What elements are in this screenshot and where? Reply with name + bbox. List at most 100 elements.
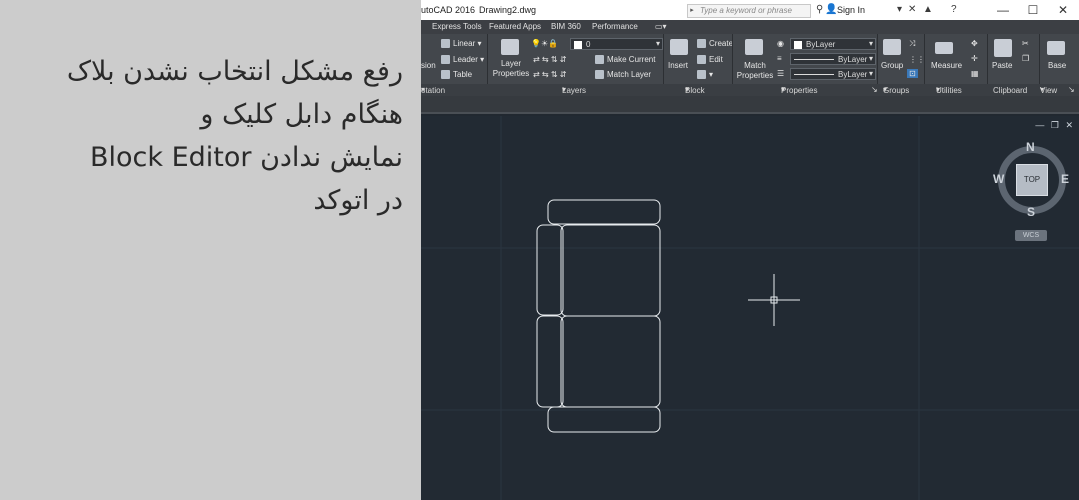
ribbon-tabs: Express Tools Featured Apps BIM 360 Perf… — [421, 20, 1079, 34]
match-properties-button[interactable]: Match Properties — [735, 61, 775, 81]
layer-color-swatch — [574, 40, 582, 49]
autocad-window: utoCAD 2016 Drawing2.dwg Type a keyword … — [421, 0, 1079, 500]
minimize-button[interactable]: — — [989, 2, 1017, 18]
a360-icon[interactable]: ▲ — [923, 4, 933, 15]
search-input[interactable]: Type a keyword or phrase — [687, 4, 811, 18]
search-expand-icon[interactable]: ▸ — [687, 4, 697, 18]
block-title-label: Block — [685, 86, 705, 95]
lineweight-preview — [794, 74, 834, 76]
create-block-button[interactable]: Create — [697, 39, 733, 49]
ribbon-expand-icon[interactable]: ↘ — [1068, 85, 1075, 94]
match-layer-label: Match Layer — [607, 70, 652, 79]
compass-west[interactable]: W — [993, 172, 1004, 186]
paste-button[interactable]: Paste — [992, 61, 1012, 70]
tab-featured-apps[interactable]: Featured Apps — [489, 22, 541, 31]
table-icon — [441, 70, 450, 80]
tab-express-tools[interactable]: Express Tools — [432, 22, 482, 31]
layer-tools-row-2[interactable]: ⇄ ⇆ ⇅ ⇵ — [533, 70, 566, 79]
measure-button[interactable]: Measure — [931, 61, 962, 70]
panel-title-view[interactable]: View ▾ — [1040, 85, 1057, 95]
make-current-button[interactable]: Make Current — [595, 55, 655, 65]
linetype-icon: ≡ — [777, 54, 782, 63]
close-button[interactable]: ✕ — [1049, 2, 1077, 18]
utility-tool-1-icon[interactable]: ✥ — [971, 39, 978, 48]
sofa-arm-upper[interactable] — [536, 224, 564, 316]
chevron-down-icon[interactable]: ▾ — [897, 4, 902, 15]
compass-south[interactable]: S — [1027, 205, 1035, 219]
viewport-controls: — ❐ ✕ — [1031, 120, 1073, 131]
viewport-close-button[interactable]: ✕ — [1065, 120, 1073, 130]
group-button[interactable]: Group — [881, 61, 903, 70]
viewcube-top-face[interactable]: TOP — [1016, 164, 1048, 196]
layer-properties-icon[interactable] — [501, 39, 519, 55]
sign-in-button[interactable]: Sign In — [837, 5, 865, 15]
panel-title-block[interactable]: Block ▾ — [685, 85, 705, 95]
workspace-toggle-icon[interactable]: ▭▾ — [655, 22, 667, 31]
sofa-cushion-upper[interactable] — [560, 224, 661, 317]
paste-icon[interactable] — [994, 39, 1012, 57]
linetype-value: ByLayer — [838, 55, 868, 64]
viewport-minimize-button[interactable]: — — [1035, 120, 1044, 130]
edit-label: Edit — [709, 55, 723, 64]
sofa-cushion-lower[interactable] — [560, 315, 661, 408]
linear-dim-button[interactable]: Linear ▾ — [441, 39, 482, 49]
clipboard-title-label: Clipboard — [993, 86, 1028, 95]
group-tool-1-icon[interactable]: ⤨ — [909, 39, 915, 49]
groups-title-label: Groups — [883, 86, 910, 95]
layer-properties-button[interactable]: Layer Properties — [491, 59, 531, 79]
group-tool-2-icon[interactable]: ⋮⋮ — [909, 55, 925, 64]
lineweight-dropdown[interactable]: ByLayer — [790, 68, 876, 80]
color-dropdown[interactable]: ByLayer — [790, 38, 876, 50]
cut-icon[interactable]: ✂ — [1022, 39, 1029, 48]
leader-button[interactable]: Leader ▾ — [441, 55, 484, 65]
sofa-back-bottom[interactable] — [547, 406, 661, 433]
sofa-block[interactable] — [536, 199, 661, 433]
tab-performance[interactable]: Performance — [592, 22, 638, 31]
compass-east[interactable]: E — [1061, 172, 1069, 186]
sofa-back-top[interactable] — [547, 199, 661, 225]
panel-title-utilities[interactable]: Utilities ▾ — [936, 85, 962, 95]
crosshair-cursor — [748, 274, 800, 326]
wcs-menu[interactable]: WCS — [1015, 230, 1047, 241]
panel-title-properties[interactable]: Properties ▾ — [781, 85, 817, 95]
panel-dialog-launcher-icon[interactable]: ↘ — [871, 85, 878, 94]
utility-tool-3-icon[interactable]: ▦ — [971, 69, 979, 78]
match-layer-button[interactable]: Match Layer — [595, 70, 652, 80]
exchange-icon[interactable]: ✕ — [908, 4, 916, 15]
panel-title-annotation[interactable]: otation ▾ — [421, 85, 445, 95]
compass-north[interactable]: N — [1026, 140, 1035, 154]
help-icon[interactable]: ? — [951, 4, 957, 15]
layer-state-icons[interactable]: 💡☀🔒 — [531, 39, 558, 48]
measure-icon[interactable] — [935, 42, 953, 54]
make-current-icon — [595, 55, 604, 65]
layer-tools-row-1[interactable]: ⇄ ⇆ ⇅ ⇵ — [533, 55, 566, 64]
table-label: Table — [453, 70, 473, 79]
maximize-button[interactable]: ☐ — [1019, 2, 1047, 18]
viewcube[interactable]: TOP N S E W — [993, 140, 1074, 222]
match-properties-icon[interactable] — [745, 39, 763, 55]
drawing-viewport[interactable]: — ❐ ✕ — [421, 116, 1079, 500]
utility-tool-2-icon[interactable]: ✛ — [971, 54, 978, 63]
insert-icon[interactable] — [670, 39, 688, 55]
block-attribute-button[interactable]: ▾ — [697, 70, 713, 80]
dimension-fragment[interactable]: sion — [421, 61, 436, 70]
binoculars-icon[interactable]: ⚲ — [816, 4, 823, 15]
sofa-arm-lower[interactable] — [536, 315, 564, 408]
panel-title-layers[interactable]: Layers ▾ — [562, 85, 586, 95]
layer-dropdown[interactable]: 0 — [570, 38, 663, 50]
base-icon[interactable] — [1047, 41, 1065, 55]
group-selection-icon[interactable]: ⊡ — [907, 69, 918, 78]
tab-bim-360[interactable]: BIM 360 — [551, 22, 581, 31]
insert-button[interactable]: Insert — [668, 61, 688, 70]
table-button[interactable]: Table — [441, 70, 473, 80]
drawing-canvas[interactable] — [421, 116, 1079, 500]
panel-title-groups[interactable]: Groups ▾ — [883, 85, 909, 95]
utilities-title-label: Utilities — [936, 86, 962, 95]
copy-icon[interactable]: ❐ — [1022, 54, 1029, 63]
user-icon[interactable]: 👤 — [825, 4, 837, 15]
linetype-dropdown[interactable]: ByLayer — [790, 53, 876, 65]
viewport-restore-button[interactable]: ❐ — [1051, 120, 1059, 130]
edit-block-button[interactable]: Edit — [697, 55, 723, 65]
group-icon[interactable] — [883, 39, 901, 55]
base-button[interactable]: Base — [1048, 61, 1066, 70]
